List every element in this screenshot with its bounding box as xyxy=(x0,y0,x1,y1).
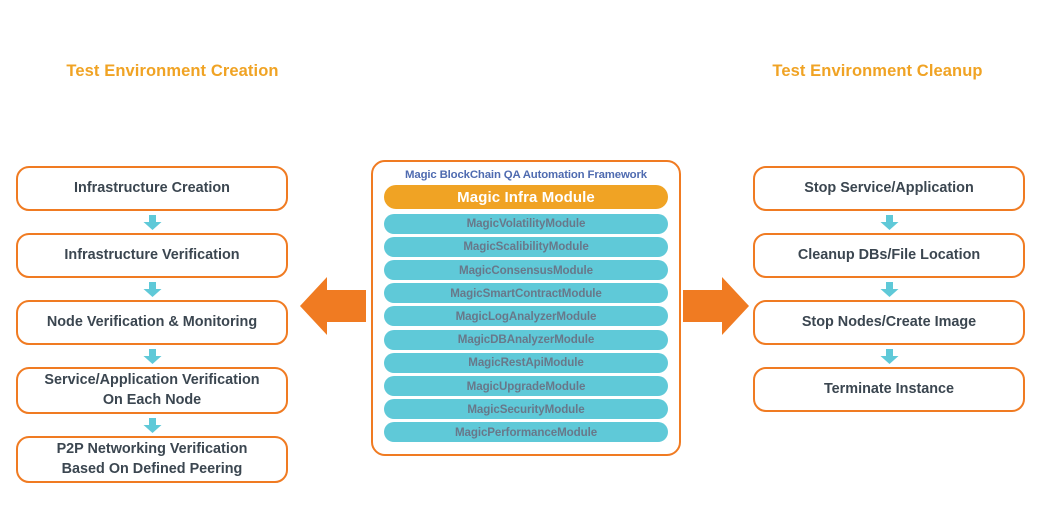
framework-panel: Magic BlockChain QA Automation Framework… xyxy=(371,160,681,456)
module-magic-scalibility[interactable]: MagicScalibilityModule xyxy=(384,236,668,257)
flow-step-label: Infrastructure Creation xyxy=(74,179,230,196)
arrow-right-icon xyxy=(683,277,749,340)
flow-step-label: Service/Application Verification xyxy=(44,372,260,389)
module-label: MagicRestApiModule xyxy=(468,356,584,370)
module-magic-consensus[interactable]: MagicConsensusModule xyxy=(384,260,668,281)
module-magic-rest-api[interactable]: MagicRestApiModule xyxy=(384,352,668,373)
module-label: Magic Infra Module xyxy=(457,188,595,206)
flow-step-cleanup-dbs-file-location[interactable]: Cleanup DBs/File Location xyxy=(753,233,1025,278)
left-column-title: Test Environment Creation xyxy=(66,62,279,80)
module-label: MagicDBAnalyzerModule xyxy=(457,333,595,347)
module-magic-volatility[interactable]: MagicVolatilityModule xyxy=(384,213,668,234)
flow-step-p2p-networking-verification[interactable]: P2P Networking Verification Based On Def… xyxy=(16,436,288,483)
flow-step-stop-service-application[interactable]: Stop Service/Application xyxy=(753,166,1025,211)
right-column-title: Test Environment Cleanup xyxy=(772,62,983,80)
module-magic-upgrade[interactable]: MagicUpgradeModule xyxy=(384,376,668,396)
module-label: MagicSecurityModule xyxy=(467,402,585,416)
flow-step-label: Infrastructure Verification xyxy=(64,246,240,263)
flow-step-label: Stop Nodes/Create Image xyxy=(801,313,977,330)
module-magic-security[interactable]: MagicSecurityModule xyxy=(384,399,668,420)
flow-step-stop-nodes-create-image[interactable]: Stop Nodes/Create Image xyxy=(753,300,1025,345)
module-magic-smart-contract[interactable]: MagicSmartContractModule xyxy=(384,283,668,304)
flow-step-node-verification-monitoring[interactable]: Node Verification & Monitoring xyxy=(16,300,288,345)
flow-step-label: Stop Service/Application xyxy=(804,179,974,196)
framework-panel-title: Magic BlockChain QA Automation Framework xyxy=(405,169,647,181)
module-magic-db-analyzer[interactable]: MagicDBAnalyzerModule xyxy=(384,329,668,350)
module-label: MagicUpgradeModule xyxy=(466,379,586,393)
test-environment-creation-flow: Infrastructure Creation Infrastructure V… xyxy=(16,166,288,483)
module-label: MagicSmartContractModule xyxy=(450,286,602,300)
arrow-down-icon xyxy=(143,348,162,364)
module-list: Magic Infra Module MagicVolatilityModule… xyxy=(384,185,668,445)
module-label: MagicVolatilityModule xyxy=(466,217,586,231)
flow-step-infrastructure-creation[interactable]: Infrastructure Creation xyxy=(16,166,288,211)
flow-step-label: Cleanup DBs/File Location xyxy=(797,246,981,263)
arrow-down-icon xyxy=(143,214,162,230)
flow-step-label-line2: On Each Node xyxy=(102,391,202,408)
test-environment-cleanup-flow: Stop Service/Application Cleanup DBs/Fil… xyxy=(753,166,1025,412)
module-label: MagicPerformanceModule xyxy=(454,425,598,439)
arrow-down-icon xyxy=(880,281,899,297)
flow-step-label: Terminate Instance xyxy=(823,380,955,397)
arrow-left-icon xyxy=(300,277,366,340)
flow-step-label-line2: Based On Defined Peering xyxy=(61,460,243,477)
module-magic-infra[interactable]: Magic Infra Module xyxy=(384,185,668,209)
arrow-down-icon xyxy=(880,214,899,230)
module-label: MagicConsensusModule xyxy=(459,263,593,277)
flow-step-service-application-verification[interactable]: Service/Application Verification On Each… xyxy=(16,367,288,414)
arrow-down-icon xyxy=(880,348,899,364)
module-label: MagicLogAnalyzerModule xyxy=(455,309,597,323)
arrow-down-icon xyxy=(143,281,162,297)
flow-step-label: P2P Networking Verification xyxy=(56,441,248,458)
module-magic-log-analyzer[interactable]: MagicLogAnalyzerModule xyxy=(384,306,668,327)
module-magic-performance[interactable]: MagicPerformanceModule xyxy=(384,422,668,443)
arrow-down-icon xyxy=(143,417,162,433)
flow-step-infrastructure-verification[interactable]: Infrastructure Verification xyxy=(16,233,288,278)
flow-step-terminate-instance[interactable]: Terminate Instance xyxy=(753,367,1025,412)
module-label: MagicScalibilityModule xyxy=(463,240,589,254)
flow-step-label: Node Verification & Monitoring xyxy=(46,313,258,330)
